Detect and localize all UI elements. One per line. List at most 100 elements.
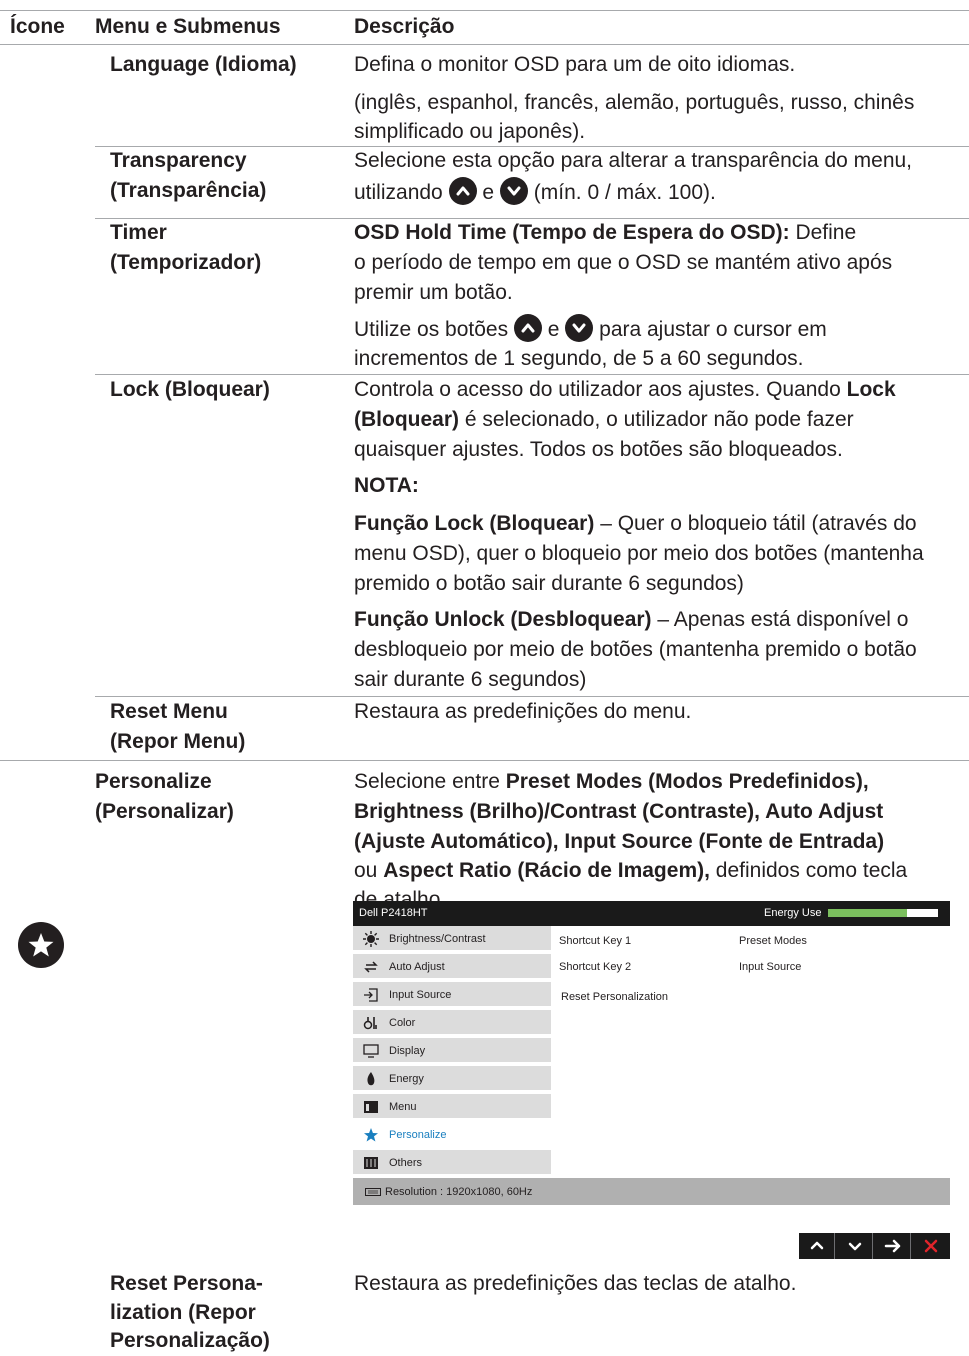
osd-status-bar: Resolution : 1920x1080, 60Hz <box>353 1178 950 1205</box>
desc-personalize-1-pre: Selecione entre <box>354 770 500 793</box>
menu-reset-personalization-2: lization (Repor <box>110 1301 256 1324</box>
menu-reset-2: (Repor Menu) <box>110 730 246 753</box>
osd-menu: Dell P2418HT Energy Use Brightness/Contr… <box>353 901 950 1205</box>
energy-use-label: Energy Use <box>764 907 822 919</box>
menu-timer-2: (Temporizador) <box>110 251 262 274</box>
osd-item-display[interactable]: Display <box>353 1038 551 1064</box>
desc-timer-5: incrementos de 1 segundo, de 5 a 60 segu… <box>354 347 804 370</box>
desc-language-2a: (inglês, espanhol, francês, alemão, port… <box>354 91 915 114</box>
desc-personalize-1-bold: Preset Modes (Modos Predefinidos), <box>505 770 869 793</box>
header-desc-col: Descrição <box>354 15 455 38</box>
color-icon <box>363 1017 377 1030</box>
desc-lock-f2: Função Unlock (Desbloquear) – Apenas est… <box>354 605 964 635</box>
desc-lock-f2-bold: Função Unlock (Desbloquear) <box>354 608 652 631</box>
osd-menu-list: Brightness/Contrast Auto Adjust Input So… <box>353 926 551 1178</box>
menu-personalize-2: (Personalizar) <box>95 800 234 823</box>
desc-personalize-1: Selecione entre Preset Modes (Modos Pred… <box>354 767 964 797</box>
osd-item-label: Menu <box>389 1101 417 1113</box>
menu-language: Language (Idioma) <box>110 53 297 76</box>
osd-item-color[interactable]: Color <box>353 1010 551 1036</box>
up-icon <box>448 177 477 205</box>
osd-item-auto-adjust[interactable]: Auto Adjust <box>353 954 551 980</box>
shortcut-key-2-label[interactable]: Shortcut Key 2 <box>559 961 631 973</box>
header-icon-col: Ícone <box>10 15 65 38</box>
nav-up-button[interactable] <box>799 1233 835 1259</box>
osd-item-label: Color <box>389 1017 416 1029</box>
header-menu-col: Menu e Submenus <box>95 15 281 38</box>
up-icon <box>810 1241 824 1250</box>
desc-timer-1-bold: OSD Hold Time (Tempo de Espera do OSD): <box>354 221 790 244</box>
osd-item-energy[interactable]: Energy <box>353 1066 551 1092</box>
osd-nav-buttons <box>799 1233 950 1259</box>
menu-timer-1: Timer <box>110 221 167 244</box>
desc-lock-1a: Controla o acesso do utilizador aos ajus… <box>354 378 841 401</box>
rule-reset-menu <box>0 760 969 761</box>
desc-personalize-4: ou Aspect Ratio (Rácio de Imagem), defin… <box>354 856 964 886</box>
reset-personalization-option[interactable]: Reset Personalization <box>561 991 668 1003</box>
nav-enter-button[interactable] <box>875 1233 911 1259</box>
desc-personalize-4-bold: Aspect Ratio (Rácio de Imagem), <box>383 859 710 882</box>
menu-icon <box>364 1101 378 1113</box>
star-icon <box>18 922 64 968</box>
display-icon <box>363 1044 379 1058</box>
down-icon <box>848 1242 862 1251</box>
resolution-icon <box>365 1188 381 1196</box>
up-icon <box>513 314 542 342</box>
right-arrow-icon <box>884 1239 901 1253</box>
desc-timer-3: premir um botão. <box>354 281 513 304</box>
desc-lock-f1c: premido o botão sair durante 6 segundos) <box>354 572 744 595</box>
star-icon <box>364 1128 378 1142</box>
desc-lock-3: quaisquer ajustes. Todos os botões são b… <box>354 438 843 461</box>
desc-lock-f1: Função Lock (Bloquear) – Quer o bloqueio… <box>354 509 964 539</box>
shortcut-key-1-label[interactable]: Shortcut Key 1 <box>559 935 631 947</box>
menu-lock: Lock (Bloquear) <box>110 378 270 401</box>
desc-lock-1b-bold: (Bloquear) <box>354 408 459 431</box>
osd-item-label: Personalize <box>389 1129 447 1141</box>
desc-personalize-2: Brightness (Brilho)/Contrast (Contraste)… <box>354 797 964 827</box>
close-icon <box>924 1239 938 1253</box>
down-icon <box>499 177 528 205</box>
shortcut-key-1-value[interactable]: Preset Modes <box>739 935 807 947</box>
desc-personalize-2-bold: Brightness (Brilho)/Contrast (Contraste)… <box>354 800 884 823</box>
nav-down-button[interactable] <box>837 1233 873 1259</box>
shortcut-key-2-value[interactable]: Input Source <box>739 961 801 973</box>
desc-lock-f2c: sair durante 6 segundos) <box>354 668 587 691</box>
energy-use-fill <box>828 909 908 917</box>
osd-item-others[interactable]: Others <box>353 1150 551 1176</box>
osd-item-label: Energy <box>389 1073 424 1085</box>
desc-transparency-1: Selecione esta opção para alterar a tran… <box>354 149 913 172</box>
desc-lock-1a-bold: Lock <box>846 378 896 401</box>
resolution-status: Resolution : 1920x1080, 60Hz <box>385 1186 533 1198</box>
osd-item-label: Brightness/Contrast <box>389 933 486 945</box>
desc-personalize-3: (Ajuste Automático), Input Source (Fonte… <box>354 827 964 857</box>
input-source-icon <box>364 988 378 1002</box>
top-rule <box>0 10 969 11</box>
menu-reset-1: Reset Menu <box>110 700 228 723</box>
desc-timer-1: OSD Hold Time (Tempo de Espera do OSD): … <box>354 218 964 248</box>
osd-item-label: Others <box>389 1157 423 1169</box>
desc-timer-2: o período de tempo em que o OSD se manté… <box>354 251 893 274</box>
desc-reset-personalization: Restaura as predefinições das teclas de … <box>354 1272 797 1295</box>
menu-personalize-1: Personalize <box>95 770 212 793</box>
desc-lock-f2b: desbloqueio por meio de botões (mantenha… <box>354 638 917 661</box>
desc-lock-f2a: – Apenas está disponível o <box>657 608 909 631</box>
osd-title: Dell P2418HT <box>359 907 428 919</box>
osd-item-brightness-contrast[interactable]: Brightness/Contrast <box>353 926 551 952</box>
desc-transparency-2: utilizando e (mín. 0 / máx. 100). <box>354 177 964 208</box>
osd-item-menu[interactable]: Menu <box>353 1094 551 1120</box>
energy-use-bar <box>828 909 938 917</box>
desc-language-1: Defina o monitor OSD para um de oito idi… <box>354 53 796 76</box>
osd-item-personalize[interactable]: Personalize <box>353 1122 551 1148</box>
menu-reset-personalization-1: Reset Persona- <box>110 1272 263 1295</box>
desc-language-2b: simplificado ou japonês). <box>354 120 586 143</box>
desc-transparency-2-pre: utilizando <box>354 181 443 204</box>
desc-timer-1-rest: Define <box>795 221 857 244</box>
down-icon <box>565 314 594 342</box>
auto-adjust-icon <box>364 961 378 973</box>
desc-timer-4: Utilize os botões e para ajustar o curso… <box>354 314 964 345</box>
header-rule <box>0 44 969 45</box>
nav-exit-button[interactable] <box>913 1233 949 1259</box>
desc-personalize-4-pre: ou <box>354 859 378 882</box>
osd-item-input-source[interactable]: Input Source <box>353 982 551 1008</box>
desc-personalize-4-post: definidos como tecla <box>715 859 908 882</box>
